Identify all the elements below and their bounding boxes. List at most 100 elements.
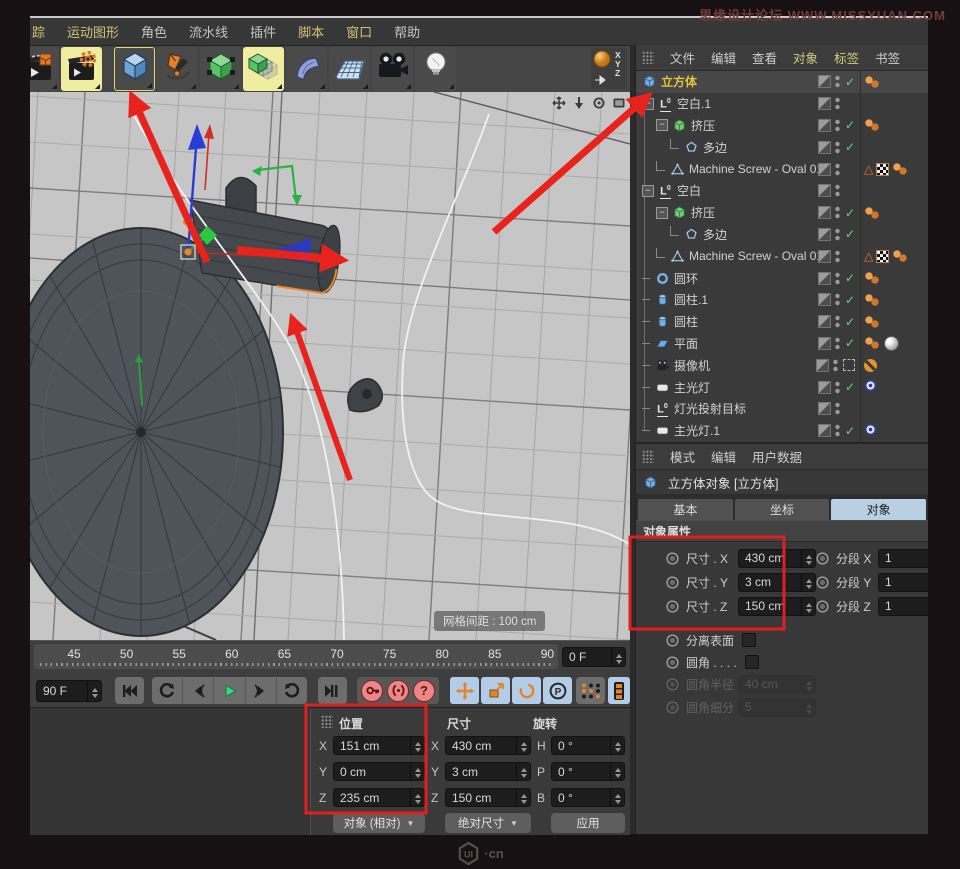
enabled-check-icon[interactable]: ✓ [843,206,857,220]
object-row-3[interactable]: 多边✓ [636,136,928,158]
phong-tag-icon[interactable] [864,119,881,131]
visibility-dots-icon[interactable] [835,337,840,350]
cube-primitive-button[interactable] [114,47,155,91]
viewport-3d[interactable]: 网格间距 : 100 cm [30,92,630,640]
value-field[interactable]: 150 cm [445,788,531,807]
texture-tag-icon[interactable] [876,163,889,176]
prev-frame-button[interactable] [183,677,214,704]
field-spinner[interactable] [801,598,815,615]
value-field[interactable]: 150 cm [738,597,816,616]
param-radio-icon[interactable] [816,552,829,565]
animation-palette-button[interactable] [608,677,630,704]
layer-toggle-icon[interactable] [818,228,831,241]
pan-view-icon[interactable] [571,95,586,110]
phong-tag-icon[interactable] [864,272,881,284]
auto-key-button[interactable] [387,680,409,702]
value-field[interactable]: 3 cm [445,762,531,781]
field-spinner[interactable] [610,763,624,780]
generator-button[interactable] [200,47,241,91]
spline-pen-button[interactable] [157,47,198,91]
layer-toggle-icon[interactable] [818,272,831,285]
expand-toggle-icon[interactable]: − [656,119,668,131]
camera-active-icon[interactable] [843,359,855,371]
object-row-4[interactable]: Machine Screw - Oval 01△ [636,158,928,180]
phong-tag-icon[interactable] [892,250,909,262]
environment-floor-button[interactable] [329,47,370,91]
protection-tag-icon[interactable] [864,359,877,372]
deformer-button[interactable] [286,47,327,91]
layer-toggle-icon[interactable] [818,337,831,350]
layer-toggle-icon[interactable] [818,424,831,437]
layer-toggle-icon[interactable] [818,75,831,88]
rotate-view-icon[interactable] [591,95,606,110]
object-row-2[interactable]: −挤压✓ [636,115,928,137]
value-field[interactable]: 0 cm [333,762,425,781]
tab-对象[interactable]: 对象 [831,499,926,520]
param-radio-icon[interactable] [666,656,679,669]
expand-toggle-icon[interactable]: − [642,98,654,110]
enabled-check-icon[interactable]: ✓ [843,315,857,329]
value-field[interactable]: 430 cm [738,549,816,568]
phong-tag-icon[interactable] [864,337,881,349]
object-row-12[interactable]: 平面✓ [636,333,928,355]
param-radio-icon[interactable] [666,576,679,589]
phong-tag-icon[interactable] [864,207,881,219]
prev-key-button[interactable] [152,677,183,704]
layer-toggle-icon[interactable] [818,141,831,154]
field-spinner[interactable] [610,789,624,806]
param-radio-icon[interactable] [666,701,679,714]
material-tag-icon[interactable] [884,336,899,351]
object-row-5[interactable]: −L0空白 [636,180,928,202]
visibility-dots-icon[interactable] [835,315,840,328]
visibility-dots-icon[interactable] [835,228,840,241]
am-menu-2[interactable]: 用户数据 [752,447,802,466]
layer-toggle-icon[interactable] [818,250,831,263]
field-spinner[interactable] [410,737,424,754]
layer-toggle-icon[interactable] [818,293,831,306]
visibility-dots-icon[interactable] [833,359,838,372]
snap-grid-button[interactable] [576,677,605,704]
apply-button[interactable]: 应用 [551,813,625,833]
om-menu-0[interactable]: 文件 [670,48,695,67]
visibility-dots-icon[interactable] [835,97,840,110]
enabled-check-icon[interactable]: ✓ [843,118,857,132]
tab-基本[interactable]: 基本 [638,499,733,520]
layer-toggle-icon[interactable] [818,206,831,219]
layer-toggle-icon[interactable] [818,402,831,415]
om-menu-2[interactable]: 查看 [752,48,777,67]
value-field[interactable]: 0 ° [551,762,625,781]
field-spinner[interactable] [516,763,530,780]
param-radio-icon[interactable] [816,576,829,589]
field-spinner[interactable] [610,737,624,754]
enabled-check-icon[interactable]: ✓ [843,140,857,154]
visibility-dots-icon[interactable] [835,141,840,154]
move-tool-button[interactable] [450,677,479,704]
phong-tag-icon[interactable] [864,294,881,306]
play-button[interactable] [214,677,245,704]
menu-item-4[interactable]: 插件 [250,22,276,41]
object-row-7[interactable]: 多边✓ [636,224,928,246]
playback-cluster[interactable] [152,677,307,704]
rotate-tool-button[interactable] [512,677,541,704]
layer-toggle-icon[interactable] [818,184,831,197]
frame-spinner[interactable] [611,648,625,666]
render-settings-button[interactable] [61,47,102,91]
value-field[interactable]: 1 [878,597,928,616]
param-radio-icon[interactable] [666,600,679,613]
object-row-6[interactable]: −挤压✓ [636,202,928,224]
enabled-check-icon[interactable]: ✓ [843,380,857,394]
object-row-1[interactable]: −L0空白.1 [636,93,928,115]
target-tag-icon[interactable] [864,379,877,395]
panel-grip-icon[interactable] [642,51,654,64]
enabled-check-icon[interactable]: ✓ [843,75,857,89]
visibility-dots-icon[interactable] [835,293,840,306]
layer-toggle-icon[interactable] [818,119,831,132]
field-spinner[interactable] [516,789,530,806]
maximize-view-icon[interactable] [611,95,626,110]
phong-tag-icon[interactable] [864,316,881,328]
enabled-check-icon[interactable]: ✓ [843,227,857,241]
object-row-0[interactable]: 立方体✓ [636,71,928,93]
target-tag-icon[interactable] [864,423,877,439]
field-spinner[interactable] [516,737,530,754]
visibility-dots-icon[interactable] [835,163,840,176]
